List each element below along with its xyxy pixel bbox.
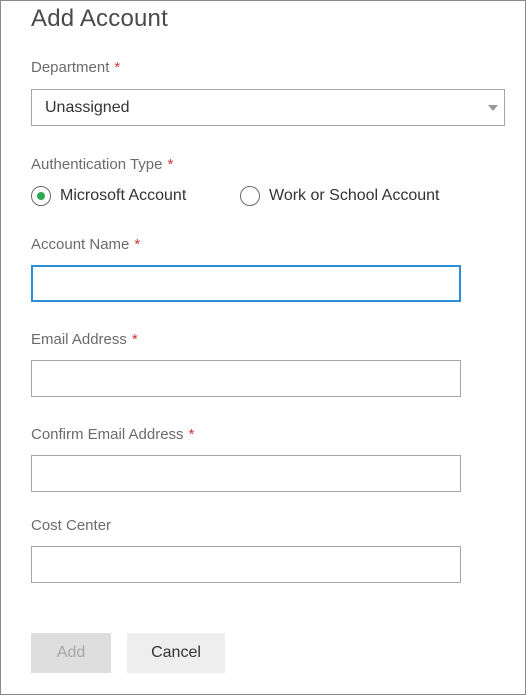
confirm-email-address-input[interactable] bbox=[31, 455, 461, 492]
department-selected-value: Unassigned bbox=[45, 99, 130, 116]
authentication-type-label-text: Authentication Type bbox=[31, 156, 163, 173]
email-address-input[interactable] bbox=[31, 360, 461, 397]
radio-button-selected-icon bbox=[31, 186, 51, 206]
cancel-button[interactable]: Cancel bbox=[127, 633, 225, 673]
add-account-dialog: Add Account Department * Unassigned Authe… bbox=[0, 0, 526, 695]
radio-dot-icon bbox=[37, 192, 45, 200]
radio-dot-icon bbox=[246, 192, 254, 200]
email-address-label: Email Address * bbox=[31, 331, 138, 348]
authentication-type-label: Authentication Type * bbox=[31, 156, 173, 173]
radio-microsoft-account[interactable]: Microsoft Account bbox=[31, 185, 201, 209]
department-required-marker: * bbox=[114, 59, 121, 76]
confirm-email-address-label: Confirm Email Address * bbox=[31, 426, 194, 443]
cost-center-label: Cost Center bbox=[31, 517, 111, 534]
authentication-type-required-marker: * bbox=[167, 156, 174, 173]
department-label: Department * bbox=[31, 59, 120, 76]
cost-center-input[interactable] bbox=[31, 546, 461, 583]
department-label-text: Department bbox=[31, 59, 110, 76]
email-address-required-marker: * bbox=[131, 331, 138, 348]
account-name-label: Account Name * bbox=[31, 236, 140, 253]
chevron-down-icon bbox=[488, 105, 498, 111]
department-select[interactable]: Unassigned bbox=[31, 89, 505, 126]
add-button[interactable]: Add bbox=[31, 633, 111, 673]
radio-microsoft-account-label: Microsoft Account bbox=[60, 187, 187, 204]
radio-work-or-school-account[interactable]: Work or School Account bbox=[240, 185, 450, 209]
account-name-required-marker: * bbox=[134, 236, 141, 253]
email-address-label-text: Email Address bbox=[31, 331, 127, 348]
radio-work-or-school-account-label: Work or School Account bbox=[269, 187, 440, 204]
cost-center-label-text: Cost Center bbox=[31, 517, 112, 534]
confirm-email-address-label-text: Confirm Email Address bbox=[31, 426, 184, 443]
radio-button-unselected-icon bbox=[240, 186, 260, 206]
account-name-label-text: Account Name bbox=[31, 236, 130, 253]
account-name-input[interactable] bbox=[31, 265, 461, 302]
confirm-email-address-required-marker: * bbox=[188, 426, 195, 443]
dialog-title: Add Account bbox=[31, 5, 168, 32]
